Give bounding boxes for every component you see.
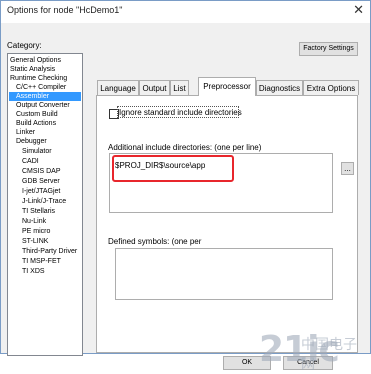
category-item-cadi[interactable]: CADI xyxy=(22,157,39,166)
category-item-jlink-jtrace[interactable]: J-Link/J-Trace xyxy=(22,197,66,206)
category-item-general-options[interactable]: General Options xyxy=(10,56,61,65)
category-item-pe-micro[interactable]: PE micro xyxy=(22,227,50,236)
dialog-body: Category: General Options Static Analysi… xyxy=(1,23,370,372)
category-item-third-party-driver[interactable]: Third-Party Driver xyxy=(22,247,77,256)
tab-language[interactable]: Language xyxy=(97,80,139,95)
category-label: Category: xyxy=(7,41,42,50)
category-item-gdb-server[interactable]: GDB Server xyxy=(22,177,60,186)
factory-settings-button[interactable]: Factory Settings xyxy=(299,42,358,56)
category-item-nu-link[interactable]: Nu-Link xyxy=(22,217,46,226)
category-item-cmsis-dap[interactable]: CMSIS DAP xyxy=(22,167,61,176)
tab-extra-options[interactable]: Extra Options xyxy=(303,80,359,95)
category-item-linker[interactable]: Linker xyxy=(16,128,35,137)
ignore-std-includes-label[interactable]: Ignore standard include directories xyxy=(119,108,242,117)
category-item-st-link[interactable]: ST-LINK xyxy=(22,237,48,246)
category-item-build-actions[interactable]: Build Actions xyxy=(16,119,56,128)
tab-preprocessor[interactable]: Preprocessor xyxy=(198,77,256,96)
tab-list[interactable]: List xyxy=(170,80,189,95)
category-item-debugger[interactable]: Debugger xyxy=(16,137,47,146)
tab-output[interactable]: Output xyxy=(139,80,170,95)
watermark-subtitle: 中国电子网 xyxy=(301,336,357,372)
title-bar: Options for node "HcDemo1" ✕ xyxy=(1,1,370,23)
category-item-ti-msp-fet[interactable]: TI MSP-FET xyxy=(22,257,61,266)
category-item-assembler[interactable]: Assembler xyxy=(9,92,81,101)
window-title: Options for node "HcDemo1" xyxy=(7,5,123,15)
browse-button[interactable]: ... xyxy=(341,162,354,175)
category-item-output-converter[interactable]: Output Converter xyxy=(16,101,70,110)
category-item-ijet-jtagjet[interactable]: I-jet/JTAGjet xyxy=(22,187,60,196)
category-item-custom-build[interactable]: Custom Build xyxy=(16,110,58,119)
category-item-ti-stellaris[interactable]: TI Stellaris xyxy=(22,207,55,216)
highlight-annotation xyxy=(112,155,234,182)
category-item-runtime-checking[interactable]: Runtime Checking xyxy=(10,74,67,83)
options-dialog: Options for node "HcDemo1" ✕ Category: G… xyxy=(0,0,371,372)
category-item-static-analysis[interactable]: Static Analysis xyxy=(10,65,55,74)
defined-symbols-textarea[interactable] xyxy=(115,248,333,300)
include-dirs-label: Additional include directories: (one per… xyxy=(108,143,262,152)
category-list[interactable]: General Options Static Analysis Runtime … xyxy=(7,53,83,356)
close-icon[interactable]: ✕ xyxy=(353,2,364,18)
preprocessor-panel xyxy=(96,95,358,353)
category-item-ti-xds[interactable]: TI XDS xyxy=(22,267,45,276)
category-item-cpp-compiler[interactable]: C/C++ Compiler xyxy=(16,83,66,92)
tab-diagnostics[interactable]: Diagnostics xyxy=(256,80,303,95)
defined-symbols-label: Defined symbols: (one per xyxy=(108,237,202,246)
category-item-simulator[interactable]: Simulator xyxy=(22,147,52,156)
